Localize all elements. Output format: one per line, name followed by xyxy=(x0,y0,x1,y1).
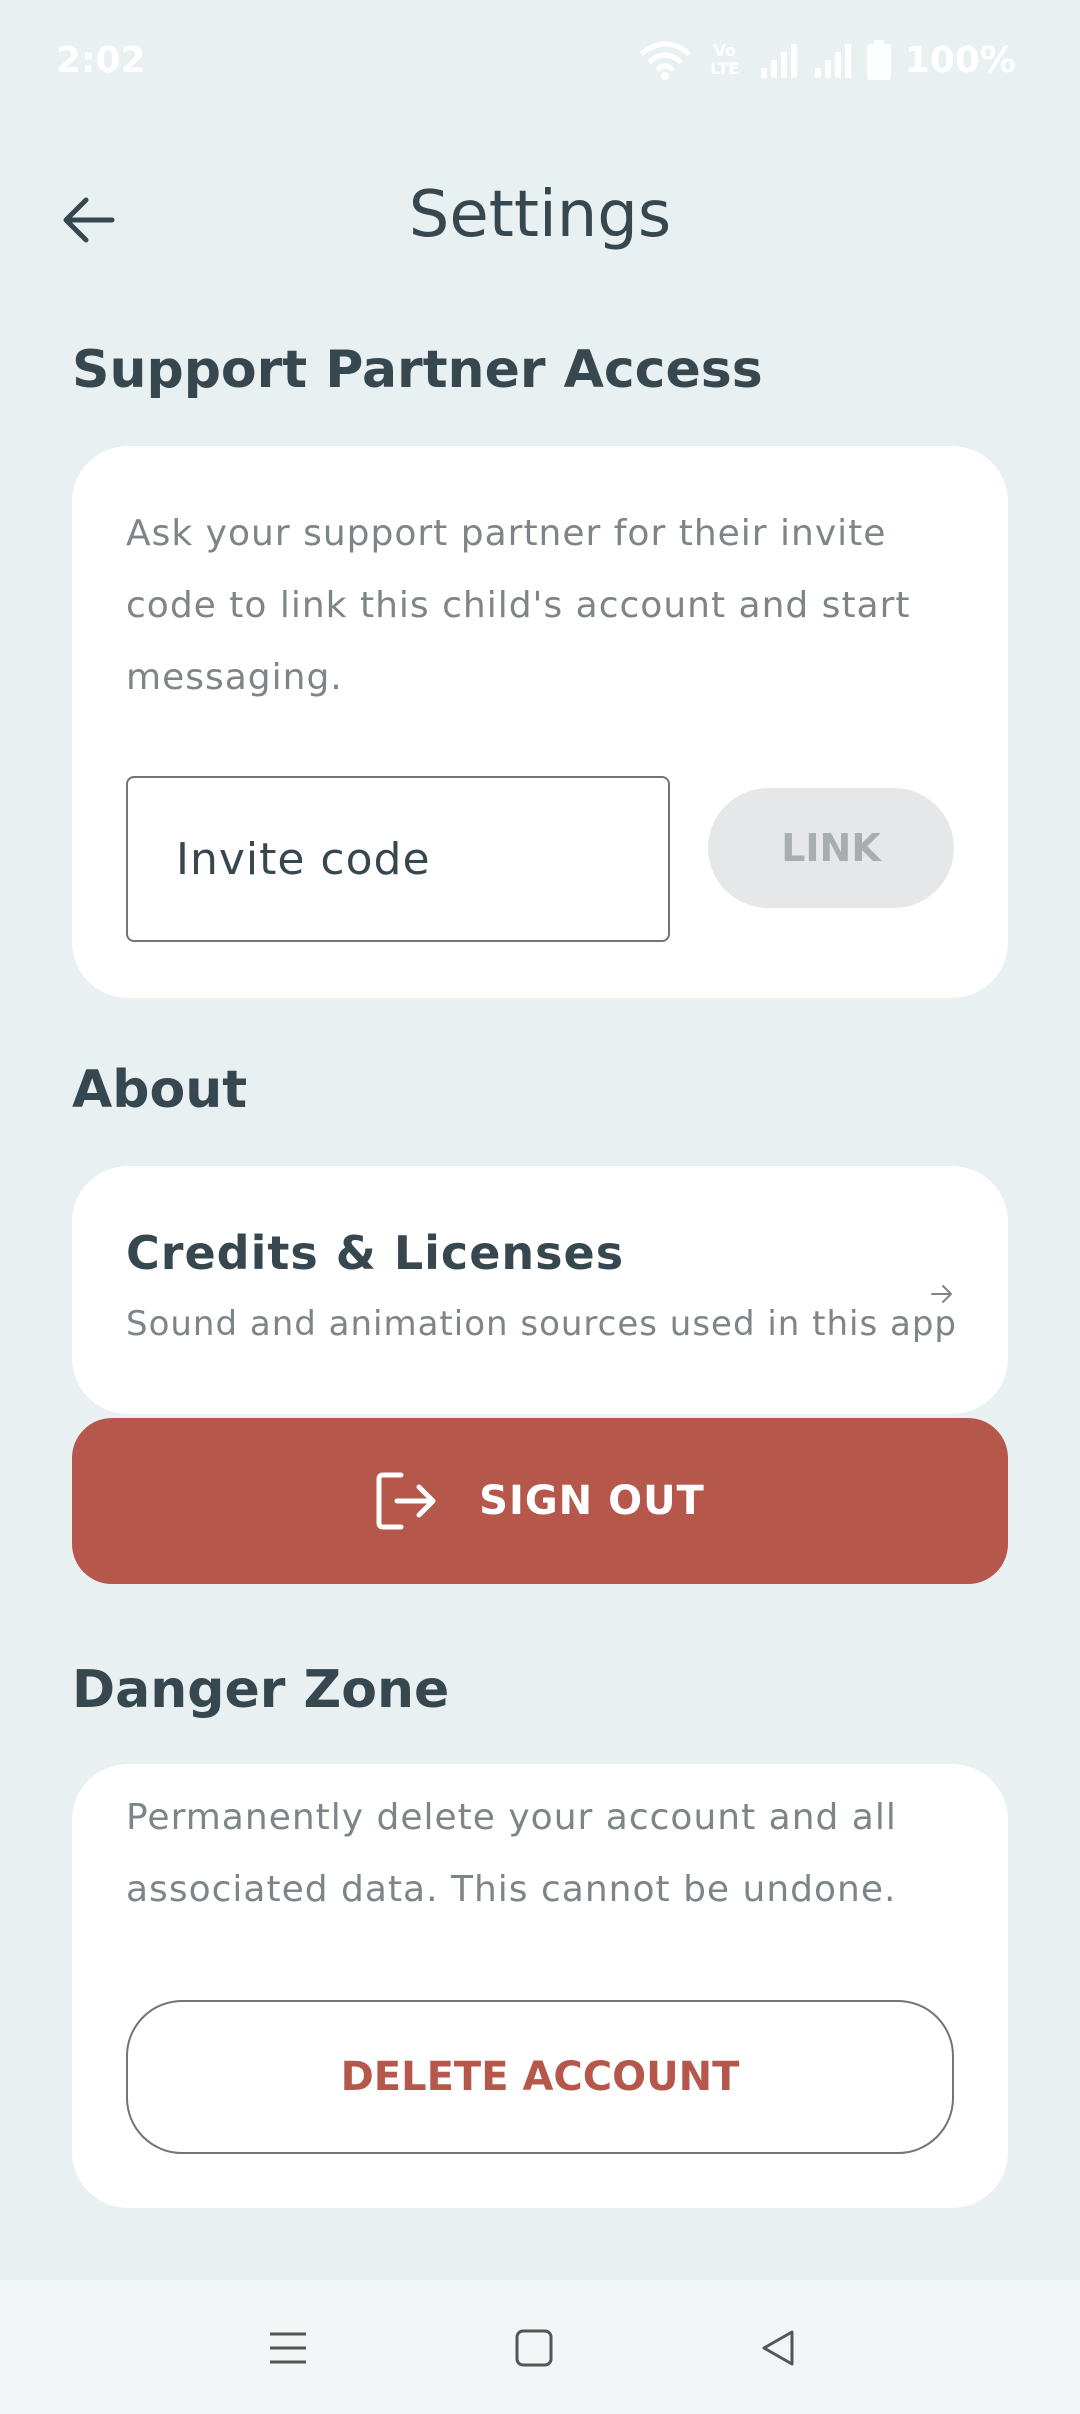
section-title-about: About xyxy=(72,1060,248,1120)
delete-account-button[interactable]: DELETE ACCOUNT xyxy=(126,2000,954,2154)
status-bar: 2:02 Vo LTE 100% xyxy=(0,0,1080,128)
app-bar: Settings xyxy=(0,160,1080,280)
section-title-danger-zone: Danger Zone xyxy=(72,1660,450,1720)
danger-zone-description: Permanently delete your account and all … xyxy=(126,1797,897,1910)
system-nav-bar xyxy=(0,2280,1080,2414)
invite-code-input[interactable] xyxy=(174,832,622,886)
page-title: Settings xyxy=(408,178,672,252)
status-time: 2:02 xyxy=(56,40,146,81)
volte-icon: Vo LTE xyxy=(710,41,740,78)
link-button[interactable]: LINK xyxy=(708,788,954,908)
sign-out-button[interactable]: SIGN OUT xyxy=(72,1418,1008,1584)
invite-code-field[interactable] xyxy=(126,776,670,942)
arrow-right-icon xyxy=(931,1285,952,1303)
support-partner-card: Ask your support partner for their invit… xyxy=(72,446,1008,998)
credits-title: Credits & Licenses xyxy=(126,1226,625,1280)
danger-zone-card: Permanently delete your account and all … xyxy=(72,1764,1008,2208)
signal-icon xyxy=(814,44,851,78)
battery-icon xyxy=(866,40,891,80)
battery-percent: 100% xyxy=(904,39,1016,81)
status-icons: Vo LTE 100% xyxy=(639,36,1016,84)
sign-out-label: SIGN OUT xyxy=(479,1478,705,1524)
credits-licenses-item[interactable]: Credits & Licenses Sound and animation s… xyxy=(72,1166,1008,1414)
home-button[interactable] xyxy=(504,2318,564,2378)
recent-apps-button[interactable] xyxy=(258,2318,318,2378)
support-partner-description: Ask your support partner for their invit… xyxy=(126,513,911,698)
back-nav-button[interactable] xyxy=(748,2318,808,2378)
triangle-back-icon xyxy=(762,2330,794,2366)
wifi-icon xyxy=(639,41,691,80)
credits-subtitle: Sound and animation sources used in this… xyxy=(126,1304,958,1344)
logout-icon xyxy=(376,1472,436,1530)
menu-icon xyxy=(270,2332,306,2364)
square-icon xyxy=(515,2329,553,2367)
signal-icon xyxy=(760,44,797,78)
section-title-support-partner: Support Partner Access xyxy=(72,340,763,400)
